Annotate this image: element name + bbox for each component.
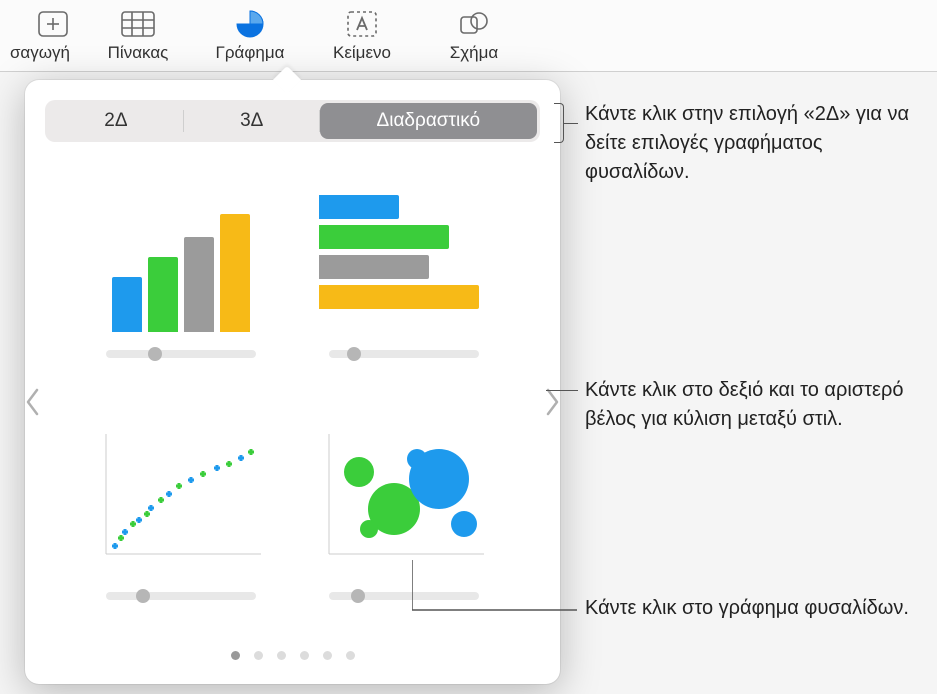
callout-line [564,123,578,124]
chart-type-tabs: 2Δ 3Δ Διαδραστικό [45,100,540,142]
chart-icon [233,9,267,39]
tab-interactive[interactable]: Διαδραστικό [320,103,537,139]
bar-horizontal-preview [319,172,489,332]
toolbar-shape-button[interactable]: Σχήμα [422,4,526,68]
callout-connector [412,560,582,630]
page-dot[interactable] [254,651,263,660]
page-dot[interactable] [231,651,240,660]
style-slider[interactable] [106,350,256,358]
bubble-preview [319,414,489,574]
page-dot[interactable] [277,651,286,660]
chart-option-scatter[interactable] [75,406,288,638]
table-icon [121,9,155,39]
text-icon [345,9,379,39]
style-slider[interactable] [106,592,256,600]
callout-line [546,390,578,391]
prev-style-arrow[interactable] [19,382,47,422]
toolbar-label: Γράφημα [216,43,285,63]
toolbar-label: Πίνακας [108,43,169,63]
callout-arrows: Κάντε κλικ στο δεξιό και το αριστερό βέλ… [585,376,915,434]
scatter-preview [96,414,266,574]
callout-tabs: Κάντε κλικ στην επιλογή «2Δ» για να δείτ… [585,100,915,187]
chart-option-bar-horizontal[interactable] [298,164,511,396]
chart-option-bar-vertical[interactable] [75,164,288,396]
insert-icon [36,9,70,39]
tab-2d[interactable]: 2Δ [48,103,184,139]
toolbar-label: Κείμενο [333,43,391,63]
page-dot[interactable] [323,651,332,660]
tab-3d[interactable]: 3Δ [184,103,320,139]
page-dot[interactable] [346,651,355,660]
toolbar-chart-button[interactable]: Γράφημα [198,4,302,68]
toolbar-insert-button[interactable]: σαγωγή [8,4,78,68]
page-dots [45,637,540,664]
shape-icon [457,9,491,39]
page-dot[interactable] [300,651,309,660]
callout-bracket [554,103,564,143]
toolbar-text-button[interactable]: Κείμενο [310,4,414,68]
toolbar-table-button[interactable]: Πίνακας [86,4,190,68]
style-slider[interactable] [329,350,479,358]
next-style-arrow[interactable] [538,382,566,422]
callout-bubble: Κάντε κλικ στο γράφημα φυσαλίδων. [585,594,915,623]
toolbar: σαγωγή Πίνακας Γράφημα Κείμενο [0,0,937,72]
toolbar-label: Σχήμα [450,43,499,63]
toolbar-label: σαγωγή [10,43,70,63]
bar-vertical-preview [96,172,266,332]
